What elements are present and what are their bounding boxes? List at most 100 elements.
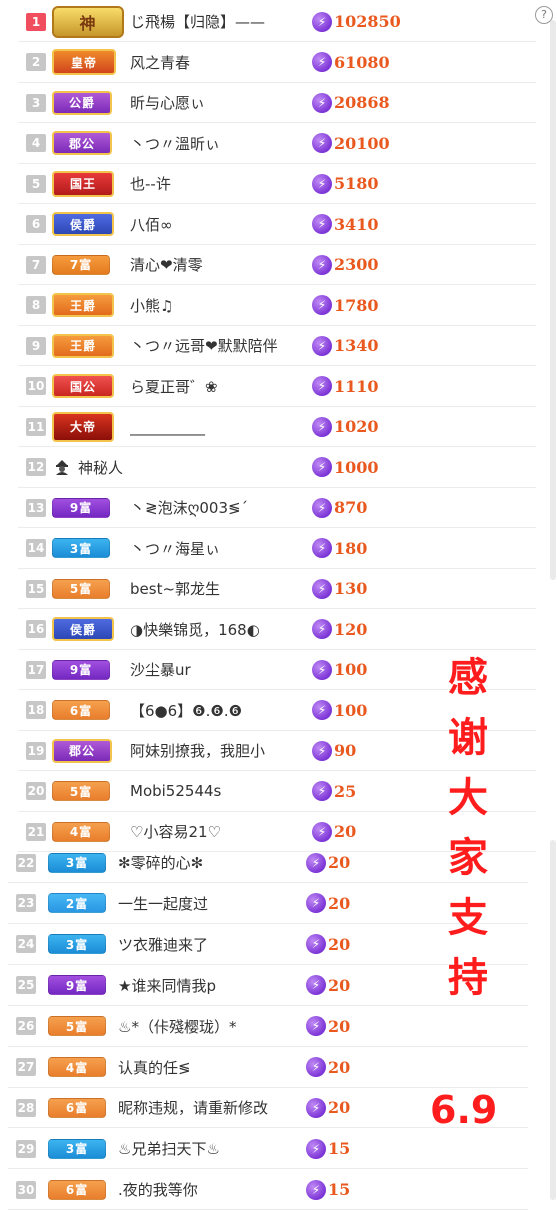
lightning-coin-icon: ⚡ (306, 1138, 326, 1159)
lightning-coin-icon: ⚡ (312, 52, 332, 72)
score: ⚡ 90 (312, 740, 356, 761)
rank-number: 12 (26, 458, 46, 476)
rank-number: 18 (26, 701, 46, 719)
user-name[interactable]: 丶つ〃溫昕ぃ (130, 133, 306, 154)
list-item[interactable]: 15 5富 best~郭龙生 ⚡ 130 (18, 569, 536, 609)
rank-badge: 6富 (48, 1179, 106, 1200)
user-name[interactable]: 认真的任≶ (118, 1057, 298, 1078)
score: ⚡ 102850 (312, 11, 401, 32)
scrollbar[interactable] (550, 20, 556, 580)
user-name[interactable]: 昵称违规，请重新修改 (118, 1097, 298, 1118)
user-name[interactable]: ♡小容易21♡ (130, 821, 306, 842)
mystery-user-icon (52, 457, 72, 477)
list-item[interactable]: 14 3富 丶つ〃海星ぃ ⚡ 180 (18, 529, 536, 569)
list-item[interactable]: 8 王爵 小熊♫ ⚡ 1780 (18, 286, 536, 326)
list-item[interactable]: 12 神秘人 ⚡ 1000 (18, 448, 536, 488)
rank-number: 4 (26, 134, 46, 152)
score-value: 20868 (334, 93, 390, 112)
list-item[interactable]: 9 王爵 丶つ〃远哥❤默默陪伴 ⚡ 1340 (18, 326, 536, 366)
score-value: 1000 (334, 457, 379, 477)
rank-badge: 4富 (52, 821, 110, 842)
user-name[interactable]: 丶つ〃远哥❤默默陪伴 (130, 335, 306, 356)
rank-number: 28 (16, 1098, 36, 1117)
rank-number: 27 (16, 1058, 36, 1076)
user-name[interactable]: ◑快樂锦觅，168◐ (130, 619, 306, 640)
list-item[interactable]: 2 皇帝 风之青春 ⚡ 61080 (18, 43, 536, 83)
score-value: 100 (334, 660, 368, 679)
score: ⚡ 20 (306, 975, 351, 996)
list-item[interactable]: 29 3富 ♨兄弟扫天下♨ ⚡ 15 (8, 1129, 528, 1170)
score-value: 1110 (334, 376, 379, 396)
rank-number: 11 (26, 417, 46, 436)
rank-badge: 9富 (48, 975, 106, 996)
list-item[interactable]: 7 7富 清心❤清零 ⚡ 2300 (18, 245, 536, 285)
user-name[interactable]: ら夏正哥゛❀ (130, 376, 306, 397)
rank-badge: 3富 (48, 1138, 106, 1159)
score-value: 15 (328, 1180, 351, 1200)
user-name[interactable]: ツ衣雅迪来了 (118, 934, 298, 955)
list-item[interactable]: 10 国公 ら夏正哥゛❀ ⚡ 1110 (18, 367, 536, 407)
user-name[interactable]: .夜的我等你 (118, 1179, 298, 1200)
list-item[interactable]: 13 9富 丶≷泡沫ღ003≶ˊ ⚡ 870 (18, 488, 536, 528)
score: ⚡ 1780 (312, 295, 379, 315)
scrollbar-lower[interactable] (550, 840, 556, 1200)
user-name[interactable]: ♨兄弟扫天下♨ (118, 1138, 298, 1159)
user-name[interactable]: 一生一起度过 (118, 893, 298, 914)
rank-number: 6 (26, 215, 46, 233)
thanks-char: 支 (448, 895, 488, 941)
list-item[interactable]: 16 侯爵 ◑快樂锦觅，168◐ ⚡ 120 (18, 610, 536, 650)
rank-badge: 大帝 (52, 411, 114, 442)
score-value: 20 (328, 975, 351, 995)
user-name[interactable]: 丶つ〃海星ぃ (130, 538, 306, 559)
list-item[interactable]: 3 公爵 昕与心愿ぃ ⚡ 20868 (18, 83, 536, 123)
user-name[interactable]: ✻零碎的心✻ (118, 852, 298, 873)
user-name[interactable]: 风之青春 (130, 52, 306, 73)
thanks-banner: 感 谢 大 家 支 持 (440, 648, 496, 1008)
lightning-coin-icon: ⚡ (312, 700, 332, 720)
user-name[interactable]: best~郭龙生 (130, 578, 306, 599)
user-name[interactable]: __________ (130, 418, 306, 436)
user-name[interactable]: 八佰∞ (130, 214, 306, 235)
rank-badge: 3富 (48, 934, 106, 955)
list-item[interactable]: 30 6富 .夜的我等你 ⚡ 15 (8, 1170, 528, 1211)
list-item[interactable]: 4 郡公 丶つ〃溫昕ぃ ⚡ 20100 (18, 124, 536, 164)
rank-number: 21 (26, 822, 46, 841)
user-name[interactable]: Mobi52544s (130, 782, 306, 800)
user-name[interactable]: 【6●6】❻.❻.❻ (130, 700, 306, 721)
rank-number: 15 (26, 579, 46, 598)
list-item[interactable]: 27 4富 认真的任≶ ⚡ 20 (8, 1048, 528, 1088)
list-item[interactable]: 11 大帝 __________ ⚡ 1020 (18, 407, 536, 447)
user-name[interactable]: 阿妹别撩我，我胆小 (130, 740, 306, 761)
list-item[interactable]: 26 5富 ♨*（佧殘樱珑）* ⚡ 20 (8, 1007, 528, 1047)
score-value: 5180 (334, 174, 379, 193)
lightning-coin-icon: ⚡ (306, 852, 326, 873)
score: ⚡ 20 (306, 1057, 350, 1077)
user-name[interactable]: 丶≷泡沫ღ003≶ˊ (130, 497, 306, 518)
score: ⚡ 20 (306, 852, 350, 873)
score: ⚡ 20100 (312, 133, 390, 153)
rank-badge: 3富 (52, 538, 110, 558)
user-name[interactable]: 沙尘暴ur (130, 659, 306, 680)
user-name[interactable]: 神秘人 (78, 457, 254, 478)
rank-badge: 公爵 (52, 90, 112, 115)
list-item[interactable]: 1 神じ飛楊【归隐】—— ⚡ 102850 (18, 2, 536, 42)
user-name[interactable]: 昕与心愿ぃ (130, 92, 306, 113)
rank-number: 9 (26, 336, 46, 355)
user-name[interactable]: 也--许 (130, 173, 306, 194)
score-value: 20 (328, 934, 351, 954)
score-value: 20100 (334, 133, 390, 153)
rank-number: 1 (26, 12, 46, 31)
score-value: 61080 (334, 52, 390, 72)
user-name[interactable]: 清心❤清零 (130, 254, 306, 275)
rank-number: 30 (16, 1180, 36, 1199)
score: ⚡ 20 (306, 1097, 350, 1118)
lightning-coin-icon: ⚡ (312, 214, 332, 234)
user-name[interactable]: 小熊♫ (130, 295, 306, 316)
score-value: 100 (334, 700, 368, 720)
user-name[interactable]: ♨*（佧殘樱珑）* (118, 1016, 298, 1037)
list-item[interactable]: 5 国王 也--许 ⚡ 5180 (18, 164, 536, 204)
user-name[interactable]: じ飛楊【归隐】—— (130, 11, 306, 32)
list-item[interactable]: 6 侯爵 八佰∞ ⚡ 3410 (18, 205, 536, 245)
user-name[interactable]: ★谁来同情我p (118, 975, 298, 996)
score-value: 1020 (334, 417, 379, 436)
